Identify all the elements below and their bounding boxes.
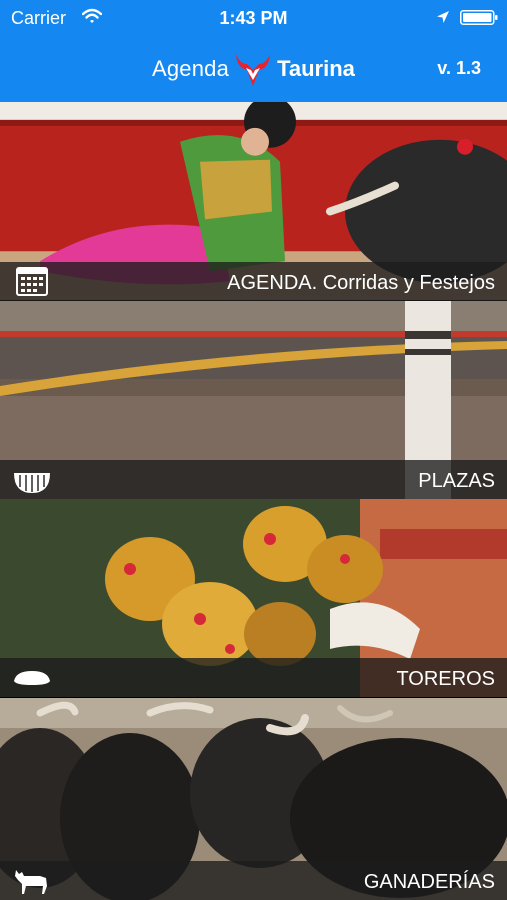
clock: 1:43 PM [219,8,288,28]
menu-item-label: TOREROS [396,668,495,690]
menu-item-agenda[interactable]: AGENDA. Corridas y Festejos [0,102,507,301]
nav-bar: Agenda Taurina v. 1.3 [0,34,507,102]
version-label: v. 1.3 [437,58,481,78]
montera-hat-icon [14,671,50,685]
menu-item-label: AGENDA. Corridas y Festejos [227,272,495,294]
calendar-icon [16,267,48,296]
bull-head-logo-icon [236,54,271,86]
menu-item-plazas[interactable]: PLAZAS [0,301,507,499]
location-arrow-icon [437,11,449,23]
menu-item-toreros[interactable]: TOREROS [0,499,507,697]
app-screen: Carrier 1:43 PM Agenda Taurina v. 1.3 AG… [0,0,507,900]
menu-item-ganaderias[interactable]: GANADERÍAS [0,698,507,900]
header: Carrier 1:43 PM Agenda Taurina v. 1.3 [0,0,507,102]
status-bar: Carrier 1:43 PM [0,0,507,34]
app-logo: Agenda Taurina [152,46,355,92]
menu-item-label: PLAZAS [418,470,495,492]
bull-silhouette-icon [15,870,47,894]
logo-word-taurina: Taurina [277,56,355,81]
bullring-icon [14,473,50,493]
logo-word-agenda: Agenda [152,56,230,81]
battery-icon [460,10,498,25]
menu-item-label: GANADERÍAS [363,871,495,893]
